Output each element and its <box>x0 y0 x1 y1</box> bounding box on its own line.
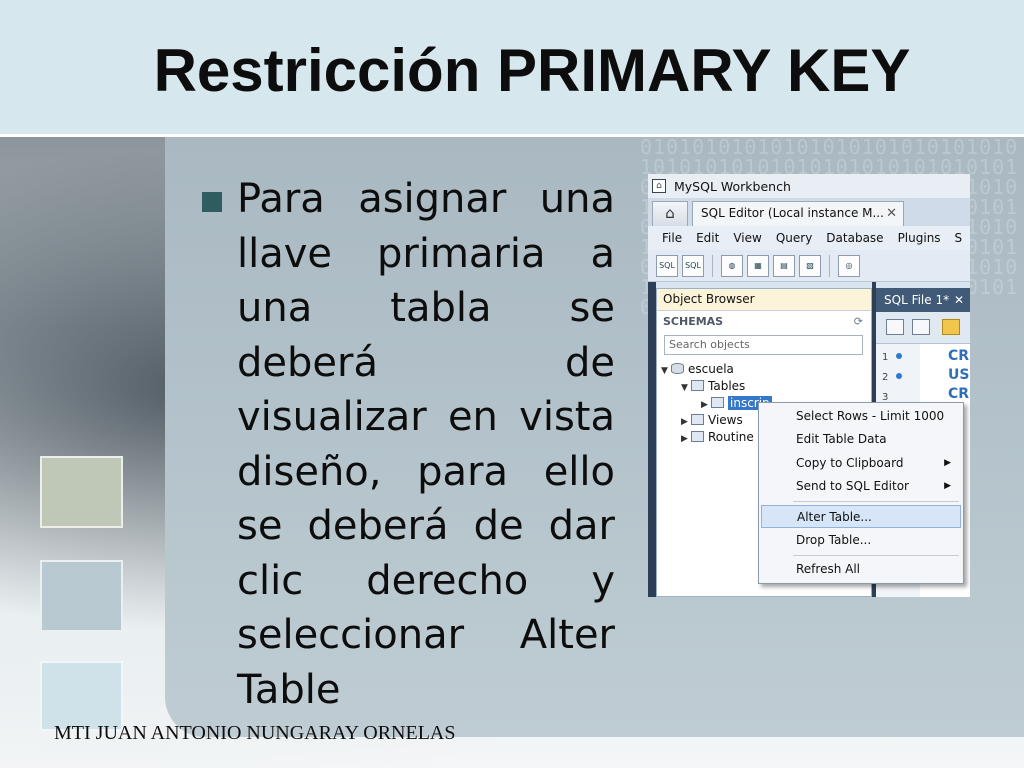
tree-item-views[interactable]: ▶ Views <box>681 412 743 429</box>
new-sql-tab-icon[interactable]: SQL <box>656 254 678 277</box>
main-toolbar: SQL SQL ◍ ▦ ▤ ▧ ◎ <box>648 250 970 282</box>
code-keyword: CR <box>948 386 970 402</box>
object-browser-header: Object Browser <box>657 289 871 311</box>
close-icon[interactable]: ✕ <box>954 288 964 312</box>
line-marker-icon <box>896 353 903 359</box>
workbench-screenshot: ⌂ MySQL Workbench ⌂ SQL Editor (Local in… <box>648 174 970 597</box>
create-view-icon[interactable]: ▤ <box>773 254 795 277</box>
database-icon <box>671 363 684 374</box>
menu-item-edit-table-data[interactable]: Edit Table Data <box>761 428 961 451</box>
menu-scripting-truncated[interactable]: S <box>955 231 963 245</box>
menu-separator <box>793 555 959 556</box>
menu-file[interactable]: File <box>662 231 682 245</box>
left-frame <box>648 282 656 597</box>
decorative-square-1 <box>40 456 123 528</box>
menu-item-select-rows[interactable]: Select Rows - Limit 1000 <box>761 405 961 428</box>
decorative-square-2 <box>40 560 123 632</box>
decorative-square-3 <box>40 661 123 731</box>
close-icon[interactable]: ✕ <box>886 202 897 225</box>
submenu-arrow-icon: ▶ <box>944 481 951 491</box>
code-keyword: CR <box>948 348 970 364</box>
open-file-icon[interactable] <box>886 319 904 335</box>
tree-item-label: Routine <box>708 430 754 444</box>
collapse-arrow-icon[interactable]: ▶ <box>681 431 691 448</box>
folder-icon <box>691 414 704 425</box>
tree-item-label: Tables <box>708 379 746 393</box>
create-table-icon[interactable]: ▦ <box>747 254 769 277</box>
table-icon <box>711 397 724 408</box>
submenu-arrow-icon: ▶ <box>944 458 951 468</box>
window-title: MySQL Workbench <box>674 178 791 194</box>
schemas-header: SCHEMAS ⟳ <box>657 311 871 333</box>
tab-sql-editor-label: SQL Editor (Local instance M... <box>701 206 884 220</box>
search-input[interactable]: Search objects <box>664 335 863 355</box>
menu-item-refresh-all[interactable]: Refresh All <box>761 558 961 581</box>
menu-item-alter-table[interactable]: Alter Table... <box>761 505 961 528</box>
window-titlebar: ⌂ MySQL Workbench <box>648 174 970 198</box>
tree-item-label: Views <box>708 413 743 427</box>
menu-query[interactable]: Query <box>776 231 812 245</box>
tab-sql-editor[interactable]: SQL Editor (Local instance M... ✕ <box>692 201 904 226</box>
tree-item-routines[interactable]: ▶ Routine <box>681 429 754 446</box>
expand-arrow-icon[interactable]: ▼ <box>681 380 691 397</box>
open-sql-file-icon[interactable]: SQL <box>682 254 704 277</box>
tree-item-schema[interactable]: ▼ escuela <box>661 361 734 378</box>
menu-edit[interactable]: Edit <box>696 231 719 245</box>
menu-item-send-to-sql-editor[interactable]: Send to SQL Editor ▶ <box>761 475 961 498</box>
menu-item-drop-table[interactable]: Drop Table... <box>761 529 961 552</box>
menu-database[interactable]: Database <box>826 231 883 245</box>
folder-icon <box>691 431 704 442</box>
menu-separator <box>793 501 959 502</box>
line-number: 1 <box>882 352 912 363</box>
sql-toolbar <box>876 312 970 344</box>
code-keyword: US <box>948 367 970 383</box>
tab-sql-file-label: SQL File 1* <box>884 293 950 307</box>
line-marker-icon <box>896 373 903 379</box>
search-table-data-icon[interactable]: ◎ <box>838 254 860 277</box>
create-schema-icon[interactable]: ◍ <box>721 254 743 277</box>
context-menu: Select Rows - Limit 1000 Edit Table Data… <box>758 402 964 584</box>
tree-item-tables[interactable]: ▼ Tables <box>681 378 745 395</box>
execute-icon[interactable] <box>942 319 960 335</box>
tree-item-label: escuela <box>688 362 734 376</box>
menu-view[interactable]: View <box>733 231 761 245</box>
footer-author: MTI JUAN ANTONIO NUNGARAY ORNELAS <box>54 722 456 744</box>
workbench-logo-icon: ⌂ <box>652 179 666 193</box>
create-routine-icon[interactable]: ▧ <box>799 254 821 277</box>
tab-bar: ⌂ SQL Editor (Local instance M... ✕ <box>648 198 970 226</box>
toolbar-separator <box>829 254 830 277</box>
bullet-text: Para asignar una llave primaria a una ta… <box>237 176 615 713</box>
menu-bar: File Edit View Query Database Plugins S <box>648 226 970 250</box>
schemas-label: SCHEMAS <box>663 315 724 328</box>
expand-arrow-icon[interactable]: ▼ <box>661 363 671 380</box>
home-icon[interactable]: ⌂ <box>652 201 688 226</box>
toolbar-separator <box>712 254 713 277</box>
slide-title: Restricción PRIMARY KEY <box>153 37 911 104</box>
line-number: 2 <box>882 372 912 383</box>
tab-sql-file[interactable]: SQL File 1* ✕ <box>876 288 970 312</box>
bullet-square-icon <box>202 192 222 212</box>
save-icon[interactable] <box>912 319 930 335</box>
folder-icon <box>691 380 704 391</box>
refresh-icon[interactable]: ⟳ <box>854 311 863 333</box>
menu-plugins[interactable]: Plugins <box>898 231 941 245</box>
menu-item-copy-to-clipboard[interactable]: Copy to Clipboard ▶ <box>761 452 961 475</box>
